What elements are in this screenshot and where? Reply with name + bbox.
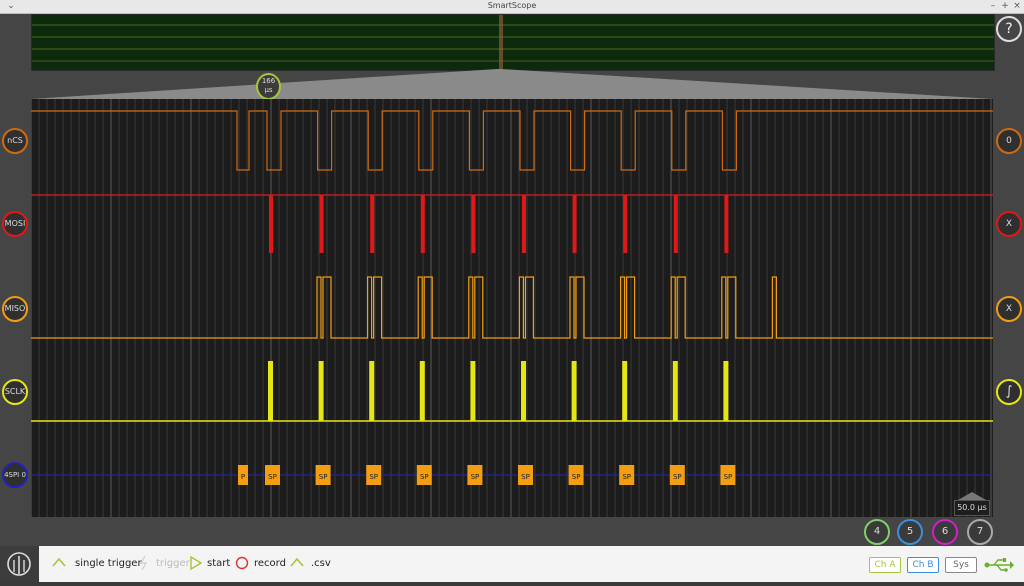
maximize-button[interactable]: + xyxy=(1000,0,1010,12)
mosi-pulse xyxy=(471,195,476,253)
channel-label-miso[interactable]: MISO xyxy=(2,296,28,322)
ch-b-button[interactable]: Ch B xyxy=(907,557,939,573)
spi-packet-label: SP xyxy=(622,473,631,481)
channel-label-text: 4SPI 0 xyxy=(4,471,26,479)
trigger-marker-text: ∫ xyxy=(1005,384,1013,399)
csv-export-icon xyxy=(290,557,304,567)
waveform-canvas: P SP SP SP SP SP SP SP SP SP SP xyxy=(30,99,993,517)
single-trigger-icon xyxy=(52,557,66,567)
overview-panel[interactable] xyxy=(31,14,995,71)
window-menu-icon[interactable]: ⌄ xyxy=(6,0,16,12)
sclk-burst xyxy=(318,361,324,421)
channel-label-spi[interactable]: 4SPI 0 xyxy=(2,462,28,488)
zoom-unit: µs xyxy=(264,86,273,94)
channel-button-7[interactable]: 7 xyxy=(967,519,993,545)
sclk-burst xyxy=(571,361,577,421)
spi-packet-label: SP xyxy=(673,473,682,481)
spi-packet-label: P xyxy=(241,473,245,481)
channel-button-5[interactable]: 5 xyxy=(897,519,923,545)
mosi-pulse xyxy=(420,195,425,253)
app-logo-icon[interactable] xyxy=(0,546,39,582)
spi-packet-label: SP xyxy=(420,473,429,481)
usb-connected-icon xyxy=(984,558,1014,572)
channel-label-mosi[interactable]: MOSI xyxy=(2,211,28,237)
waveform-plot[interactable]: P SP SP SP SP SP SP SP SP SP SP xyxy=(30,99,993,517)
sclk-burst xyxy=(672,361,678,421)
mosi-pulse xyxy=(623,195,628,253)
channel-button-4[interactable]: 4 xyxy=(864,519,890,545)
channel-label-text: MOSI xyxy=(4,219,26,228)
channel-label-text: nCS xyxy=(7,136,23,145)
sclk-burst xyxy=(369,361,375,421)
overview-viewport-marker[interactable] xyxy=(499,15,503,70)
mosi-pulse xyxy=(269,195,273,253)
spi-packet-label: SP xyxy=(572,473,581,481)
mosi-pulse xyxy=(724,195,729,253)
trigger-marker-ncs[interactable]: 0 xyxy=(996,128,1022,154)
timebase-label[interactable]: 50.0 µs xyxy=(954,500,990,516)
channel-button-text: 5 xyxy=(906,526,914,537)
close-button[interactable]: × xyxy=(1012,0,1022,12)
sclk-burst xyxy=(419,361,425,421)
mosi-pulse xyxy=(370,195,375,253)
mosi-pulse xyxy=(319,195,324,253)
spi-packet-label: SP xyxy=(471,473,480,481)
zoom-badge[interactable]: 166 µs xyxy=(256,73,281,100)
record-button[interactable]: record xyxy=(254,558,286,569)
trigger-bolt-icon xyxy=(140,556,148,570)
sys-button[interactable]: Sys xyxy=(945,557,977,573)
overview-waveforms xyxy=(32,15,994,70)
trigger-marker-text: X xyxy=(1005,219,1013,229)
channel-button-text: 7 xyxy=(976,526,984,537)
channel-button-6[interactable]: 6 xyxy=(932,519,958,545)
trigger-marker-text: X xyxy=(1005,304,1013,314)
trigger-marker-text: 0 xyxy=(1006,136,1012,146)
spi-packet-label: SP xyxy=(369,473,378,481)
trigger-marker-miso[interactable]: X xyxy=(996,296,1022,322)
mosi-pulse xyxy=(673,195,678,253)
sclk-burst xyxy=(622,361,628,421)
spi-packet-label: SP xyxy=(724,473,733,481)
zoom-trapezoid xyxy=(31,69,993,99)
help-button[interactable]: ? xyxy=(996,16,1022,42)
start-button[interactable]: start xyxy=(207,558,230,569)
start-play-icon xyxy=(190,556,202,570)
spi-packet-label: SP xyxy=(521,473,530,481)
bottom-toolbar: single trigger trigger start record .csv… xyxy=(0,546,1024,582)
channel-label-text: SCLK xyxy=(4,387,26,396)
spi-packet-label: SP xyxy=(268,473,277,481)
window-title: SmartScope xyxy=(487,1,537,10)
channel-button-text: 4 xyxy=(873,526,881,537)
channel-button-text: 6 xyxy=(941,526,949,537)
title-bar: SmartScope ⌄ – + × xyxy=(0,0,1024,14)
sclk-burst xyxy=(521,361,526,421)
single-trigger-button[interactable]: single trigger xyxy=(75,558,142,569)
sclk-burst xyxy=(470,361,476,421)
spi-packet-label: SP xyxy=(319,473,328,481)
channel-label-ncs[interactable]: nCS xyxy=(2,128,28,154)
channel-label-sclk[interactable]: SCLK xyxy=(2,379,28,405)
mosi-pulse xyxy=(522,195,526,253)
trigger-button[interactable]: trigger xyxy=(156,558,190,569)
mosi-pulse xyxy=(572,195,577,253)
ch-a-button[interactable]: Ch A xyxy=(869,557,901,573)
csv-button[interactable]: .csv xyxy=(311,558,331,569)
sclk-burst xyxy=(268,361,273,421)
sclk-burst xyxy=(723,361,729,421)
trigger-marker-sclk-edge-icon[interactable]: ∫ xyxy=(996,379,1022,405)
zoom-value: 166 xyxy=(261,77,276,85)
record-icon xyxy=(235,556,249,570)
trigger-marker-mosi[interactable]: X xyxy=(996,211,1022,237)
minimize-button[interactable]: – xyxy=(988,0,998,12)
timebase-arrow-icon xyxy=(958,492,986,500)
channel-label-text: MISO xyxy=(4,304,26,313)
